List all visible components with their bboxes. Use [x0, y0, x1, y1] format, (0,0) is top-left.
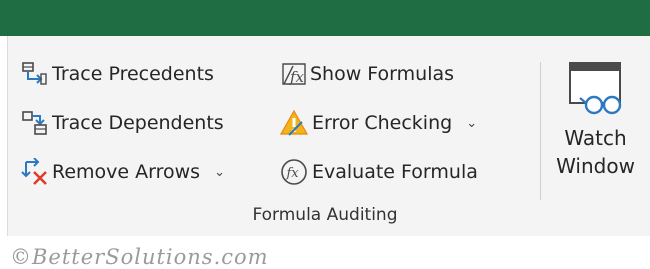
evaluate-formula-label: Evaluate Formula — [312, 161, 478, 183]
remove-arrows-button[interactable]: Remove Arrows ⌄ — [20, 153, 225, 191]
watch-window-label-line1: Watch — [564, 126, 627, 150]
trace-dependents-icon — [22, 111, 47, 135]
error-checking-button[interactable]: Error Checking ⌄ — [280, 104, 477, 142]
error-checking-icon — [280, 109, 308, 136]
watch-window-label-line2: Window — [556, 154, 635, 178]
evaluate-formula-icon: fx — [281, 159, 307, 185]
watch-window-icon — [568, 62, 621, 115]
trace-precedents-button[interactable]: Trace Precedents — [20, 55, 214, 93]
remove-arrows-label: Remove Arrows — [52, 161, 201, 183]
trace-dependents-button[interactable]: Trace Dependents — [20, 104, 224, 142]
remove-arrows-dropdown-caret[interactable]: ⌄ — [214, 165, 225, 180]
watermark: ©BetterSolutions.com — [10, 245, 269, 269]
error-checking-dropdown-caret[interactable]: ⌄ — [466, 116, 477, 131]
show-formulas-icon: fx — [282, 63, 306, 86]
show-formulas-label: Show Formulas — [310, 63, 455, 85]
svg-text:fx: fx — [289, 68, 305, 86]
group-label: Formula Auditing — [252, 205, 398, 225]
show-formulas-button[interactable]: fx Show Formulas — [280, 55, 454, 93]
trace-precedents-label: Trace Precedents — [52, 63, 214, 85]
watch-window-button[interactable]: Watch Window — [548, 58, 643, 198]
title-bar — [0, 0, 650, 36]
group-separator — [540, 62, 541, 200]
evaluate-formula-button[interactable]: fx Evaluate Formula — [280, 153, 478, 191]
trace-dependents-label: Trace Dependents — [52, 112, 224, 134]
trace-precedents-icon — [22, 62, 47, 85]
svg-text:fx: fx — [286, 166, 300, 181]
remove-arrows-icon — [21, 158, 47, 185]
error-checking-label: Error Checking — [312, 112, 453, 134]
